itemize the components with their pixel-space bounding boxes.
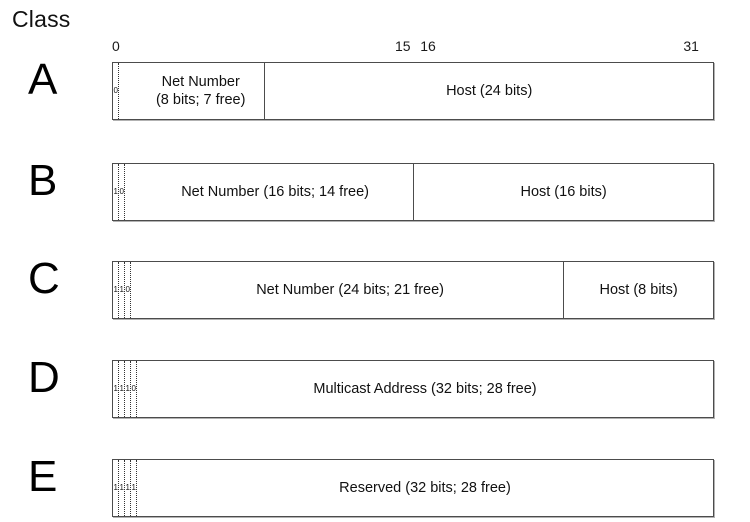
address-bar-class-a: 0 Net Number (8 bits; 7 free) Host (24 bits… <box>112 62 714 120</box>
field-multicast-address: Multicast Address (32 bits; 28 free) <box>137 361 713 417</box>
field-label-line1: Host (16 bits) <box>520 184 607 200</box>
prefix-bit-cell: 0 <box>113 63 119 119</box>
bit-ruler: 0 15 16 31 <box>112 38 714 58</box>
prefix-bit-cell: 0 <box>125 262 131 318</box>
field-label-line2: (8 bits; 7 free) <box>155 92 246 108</box>
field-host: Host (8 bits) <box>564 262 713 318</box>
class-letter-a: A <box>28 55 58 104</box>
field-host: Host (16 bits) <box>414 164 713 220</box>
class-letter-c: C <box>28 254 60 303</box>
address-bar-class-d: 1 1 1 0 Multicast Address (32 bits; 28 free) <box>112 360 714 418</box>
field-label-wrap: Host (8 bits) <box>596 281 682 299</box>
prefix-bit-cell: 0 <box>119 164 125 220</box>
bit-ruler-tick: 31 <box>683 38 699 54</box>
field-label-wrap: Net Number (8 bits; 7 free) <box>152 73 249 109</box>
class-letter-d: D <box>28 353 60 402</box>
address-bar-class-e: 1 1 1 1 Reserved (32 bits; 28 free) <box>112 459 714 517</box>
field-label-wrap: Host (16 bits) <box>516 183 610 201</box>
field-net-number: Net Number (24 bits; 21 free) <box>137 262 565 318</box>
field-reserved: Reserved (32 bits; 28 free) <box>137 460 713 516</box>
class-letter-b: B <box>28 156 58 205</box>
field-label-line1: Net Number (24 bits; 21 free) <box>256 282 444 298</box>
prefix-bits: 1111 <box>113 460 137 516</box>
page-title: Class <box>12 6 71 32</box>
prefix-bits: 10 <box>113 164 125 220</box>
class-letter-e: E <box>28 452 58 501</box>
diagram-canvas: Class 0 15 16 31 A 0 Net Number (8 bits; 7 fre… <box>0 0 750 522</box>
prefix-bits: 110 <box>113 262 131 318</box>
address-bar-class-b: 1 0 Net Number (16 bits; 14 free) Host (16 … <box>112 163 714 221</box>
field-label-line1: Host (8 bits) <box>599 282 678 298</box>
prefix-bits: 0 <box>113 63 119 119</box>
field-label-line1: Host (24 bits) <box>446 83 533 99</box>
field-label-wrap: Net Number (24 bits; 21 free) <box>252 281 448 299</box>
field-label-line1: Net Number (16 bits; 14 free) <box>181 184 369 200</box>
bit-ruler-tick: 16 <box>420 38 436 54</box>
field-label-line1: Net Number <box>161 74 240 90</box>
field-label-line1: Reserved (32 bits; 28 free) <box>339 480 511 496</box>
field-host: Host (24 bits) <box>265 63 713 119</box>
prefix-bits: 1110 <box>113 361 137 417</box>
field-label-wrap: Net Number (16 bits; 14 free) <box>177 183 373 201</box>
bit-ruler-tick: 0 <box>112 38 120 54</box>
field-label-line1: Multicast Address (32 bits; 28 free) <box>313 381 537 397</box>
field-label-wrap: Multicast Address (32 bits; 28 free) <box>309 380 540 398</box>
address-bar-class-c: 1 1 0 Net Number (24 bits; 21 free) Host (8 … <box>112 261 714 319</box>
bit-ruler-tick: 15 <box>394 38 411 54</box>
field-net-number: Net Number (16 bits; 14 free) <box>137 164 415 220</box>
field-label-wrap: Reserved (32 bits; 28 free) <box>335 479 515 497</box>
field-label-wrap: Host (24 bits) <box>442 82 536 100</box>
field-net-number: Net Number (8 bits; 7 free) <box>137 63 266 119</box>
